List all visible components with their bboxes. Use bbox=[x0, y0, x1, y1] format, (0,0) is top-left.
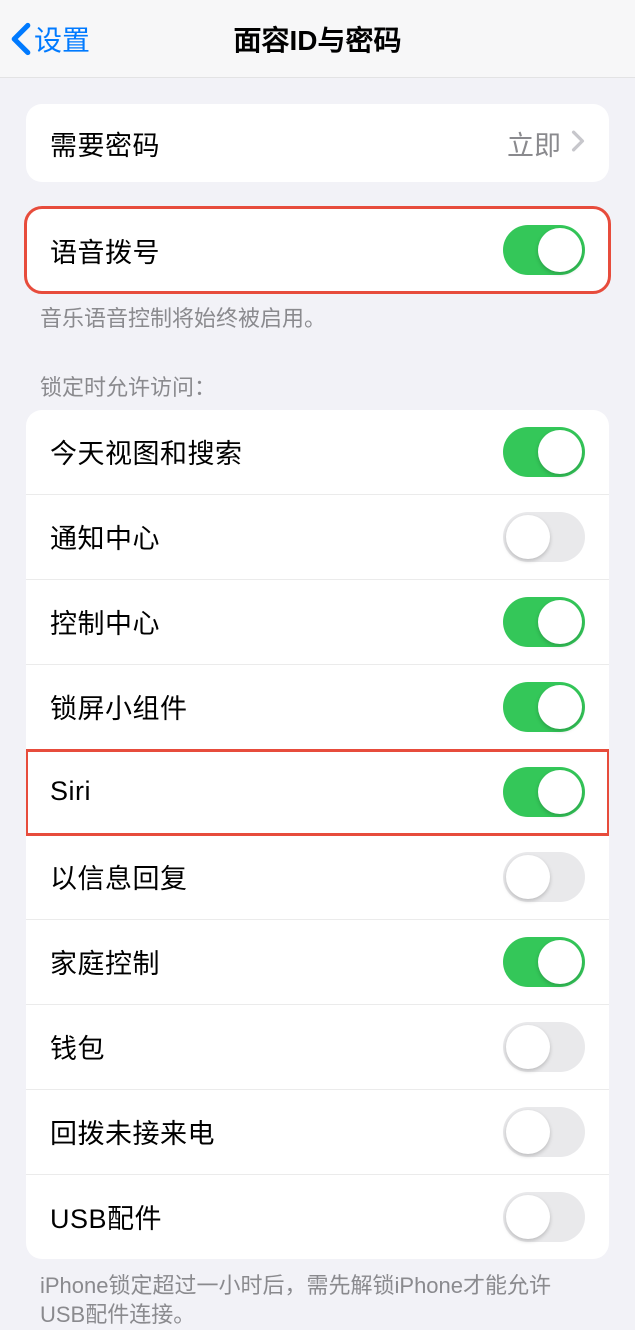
lock-access-group: 今天视图和搜索通知中心控制中心锁屏小组件 Siri 以信息回复家庭控制钱包回拨未接来… bbox=[26, 410, 609, 1259]
lock-access-row: 今天视图和搜索 bbox=[26, 410, 609, 495]
chevron-left-icon bbox=[10, 22, 32, 56]
voice-dial-toggle[interactable] bbox=[503, 225, 585, 275]
lock-access-label: 通知中心 bbox=[50, 517, 503, 556]
lock-access-toggle[interactable] bbox=[503, 682, 585, 732]
toggle-knob bbox=[506, 855, 550, 899]
lock-access-row: 家庭控制 bbox=[26, 920, 609, 1005]
lock-access-label: Siri bbox=[50, 776, 503, 807]
lock-access-row: 通知中心 bbox=[26, 495, 609, 580]
toggle-knob bbox=[506, 1195, 550, 1239]
toggle-knob bbox=[538, 228, 582, 272]
lock-access-label: USB配件 bbox=[50, 1197, 503, 1236]
passcode-required-row[interactable]: 需要密码 立即 bbox=[26, 104, 609, 182]
lock-access-row: USB配件 bbox=[26, 1175, 609, 1259]
toggle-knob bbox=[538, 685, 582, 729]
lock-access-toggle[interactable] bbox=[503, 767, 585, 817]
page-title: 面容ID与密码 bbox=[0, 19, 635, 59]
passcode-required-value: 立即 bbox=[507, 124, 561, 163]
lock-access-toggle[interactable] bbox=[503, 427, 585, 477]
lock-access-label: 今天视图和搜索 bbox=[50, 432, 503, 471]
lock-access-toggle[interactable] bbox=[503, 1022, 585, 1072]
toggle-knob bbox=[506, 1025, 550, 1069]
lock-access-header: 锁定时允许访问： bbox=[0, 334, 635, 410]
voice-dial-footer: 音乐语音控制将始终被启用。 bbox=[0, 292, 635, 334]
toggle-knob bbox=[538, 430, 582, 474]
lock-access-toggle[interactable] bbox=[503, 937, 585, 987]
passcode-required-group: 需要密码 立即 bbox=[26, 104, 609, 182]
content: 需要密码 立即 语音拨号 音乐语音控制将始终被启用。 锁定时允许访问： 今天视图… bbox=[0, 104, 635, 1330]
lock-access-label: 钱包 bbox=[50, 1027, 503, 1066]
chevron-right-icon bbox=[571, 130, 585, 157]
lock-access-row: 控制中心 bbox=[26, 580, 609, 665]
lock-access-toggle[interactable] bbox=[503, 597, 585, 647]
voice-dial-group: 语音拨号 bbox=[26, 208, 609, 292]
lock-access-row: 钱包 bbox=[26, 1005, 609, 1090]
lock-access-row: Siri bbox=[26, 750, 609, 835]
toggle-knob bbox=[538, 940, 582, 984]
lock-access-row: 锁屏小组件 bbox=[26, 665, 609, 750]
lock-access-row: 以信息回复 bbox=[26, 835, 609, 920]
voice-dial-row: 语音拨号 bbox=[26, 208, 609, 292]
lock-access-label: 回拨未接来电 bbox=[50, 1112, 503, 1151]
toggle-knob bbox=[506, 1110, 550, 1154]
lock-access-toggle[interactable] bbox=[503, 1192, 585, 1242]
nav-header: 设置 面容ID与密码 bbox=[0, 0, 635, 78]
lock-access-label: 家庭控制 bbox=[50, 942, 503, 981]
passcode-required-label: 需要密码 bbox=[50, 124, 507, 163]
toggle-knob bbox=[538, 770, 582, 814]
lock-access-row: 回拨未接来电 bbox=[26, 1090, 609, 1175]
voice-dial-label: 语音拨号 bbox=[50, 231, 503, 270]
lock-access-label: 控制中心 bbox=[50, 602, 503, 641]
lock-access-label: 以信息回复 bbox=[50, 857, 503, 896]
lock-access-label: 锁屏小组件 bbox=[50, 687, 503, 726]
lock-access-toggle[interactable] bbox=[503, 512, 585, 562]
back-button[interactable]: 设置 bbox=[10, 19, 90, 59]
toggle-knob bbox=[538, 600, 582, 644]
back-label: 设置 bbox=[34, 19, 90, 59]
lock-access-toggle[interactable] bbox=[503, 1107, 585, 1157]
lock-access-footer: iPhone锁定超过一小时后，需先解锁iPhone才能允许USB配件连接。 bbox=[0, 1259, 635, 1330]
toggle-knob bbox=[506, 515, 550, 559]
lock-access-toggle[interactable] bbox=[503, 852, 585, 902]
